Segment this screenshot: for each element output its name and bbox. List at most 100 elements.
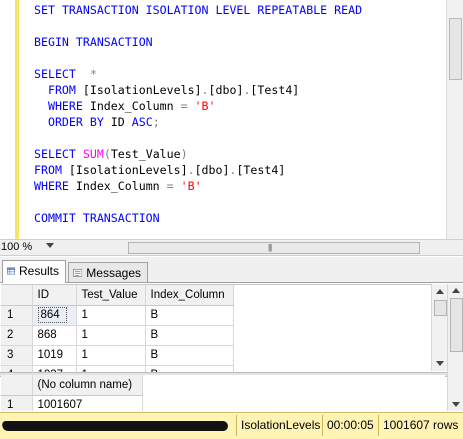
results-grid-2[interactable]: (No column name) 1 1001607 [1,375,445,411]
grid-cell[interactable]: 1019 [32,345,77,366]
tab-results-label: Results [18,264,59,278]
table-row[interactable]: 1 1001607 [1,395,143,411]
code-line[interactable]: SET TRANSACTION ISOLATION LEVEL REPEATAB… [34,2,362,18]
grid-header-row: ID Test_Value Index_Column [1,285,234,306]
code-line[interactable]: WHERE Index_Column = 'B' [34,98,216,114]
grid-cell[interactable]: B [145,345,234,366]
cell-value: 864 [37,307,67,323]
table-row[interactable]: 1 864 1 B [1,305,234,326]
results-tabstrip: Results Messages [0,257,463,283]
results-panel-scrollbar[interactable] [447,284,463,411]
code-token: [Test4] [250,83,300,97]
row-number[interactable]: 1 [1,305,33,326]
code-token: SELECT [34,147,83,161]
grid-cell[interactable]: 1 [76,365,146,372]
code-token: SELECT [34,67,76,81]
code-token: = [166,179,174,193]
grid1-vertical-scrollbar[interactable] [431,284,448,371]
row-number[interactable]: 1 [1,395,33,411]
code-line[interactable]: WHERE Index_Column = 'B' [34,178,202,194]
grid-cell[interactable]: 1 [76,305,146,326]
code-token: ID [110,115,132,129]
row-number[interactable]: 4 [1,365,33,372]
row-number[interactable]: 2 [1,325,33,346]
code-line[interactable]: SELECT SUM(Test_Value) [34,146,188,162]
tab-messages[interactable]: Messages [68,262,148,282]
table-row[interactable]: 4 1037 1 B [1,365,234,372]
status-separator [322,415,323,436]
results-grid-1[interactable]: ID Test_Value Index_Column 1 864 1 B 2 8… [1,284,445,372]
column-header-index-column[interactable]: Index_Column [145,285,234,306]
editor-hscroll-thumb[interactable] [128,242,420,254]
grid-cell[interactable]: 1037 [32,365,77,372]
scroll-down-icon[interactable] [452,402,460,407]
redacted-connection-info [1,421,229,431]
zoom-dropdown-icon[interactable] [46,243,54,248]
code-token: ( [103,147,111,161]
status-separator [378,415,379,436]
row-header-corner[interactable] [1,375,33,396]
scroll-down-icon[interactable] [436,361,444,366]
grid1-vscroll-thumb[interactable] [434,300,447,316]
code-line[interactable]: BEGIN TRANSACTION [34,34,153,50]
code-line[interactable]: SELECT * [34,66,97,82]
editor-gutter [0,0,16,239]
code-line[interactable]: COMMIT TRANSACTION [34,210,160,226]
results-vscroll-thumb[interactable] [450,298,463,352]
grid-icon [7,267,15,275]
code-token: BEGIN TRANSACTION [34,35,153,49]
column-header-id[interactable]: ID [32,285,77,306]
status-separator [236,415,237,436]
scroll-up-icon[interactable] [436,289,444,294]
code-token: [IsolationLevels] [82,83,202,97]
grid-cell[interactable]: B [145,305,234,326]
scroll-grip-icon: ||| [268,243,272,252]
grid-cell-selected[interactable]: 864 [32,305,77,326]
code-token: ASC [131,115,153,129]
code-line[interactable]: FROM [IsolationLevels].[dbo].[Test4] [34,162,285,178]
editor-vscroll-thumb[interactable] [449,18,462,80]
zoom-level[interactable]: 100 % [1,241,32,253]
grid-cell[interactable]: 1 [76,325,146,346]
code-token: FROM [34,163,69,177]
code-token: [Test4] [236,163,286,177]
code-token: Index_Column [75,179,167,193]
grid-cell[interactable]: B [145,325,234,346]
code-token: [IsolationLevels] [68,163,188,177]
status-elapsed-time: 00:00:05 [327,418,374,432]
code-token: FROM [34,83,83,97]
code-line[interactable]: ORDER BY ID ASC; [34,114,160,130]
code-token: SET TRANSACTION ISOLATION LEVEL REPEATAB… [34,3,363,17]
grid-cell[interactable]: 1001607 [32,395,143,411]
code-token: 'B' [187,99,216,113]
editor-horizontal-scrollbar[interactable]: ||| [58,240,463,255]
code-token: . [201,83,209,97]
scroll-up-icon[interactable] [452,288,460,293]
code-token: COMMIT TRANSACTION [34,211,160,225]
code-token: . [187,163,195,177]
status-bar: IsolationLevels 00:00:05 1001607 rows [0,412,463,439]
grid-cell[interactable]: B [145,365,234,372]
query-editor[interactable]: SET TRANSACTION ISOLATION LEVEL REPEATAB… [0,0,463,239]
row-number[interactable]: 3 [1,345,33,366]
tab-results[interactable]: Results [2,260,66,283]
row-header-corner[interactable] [1,285,33,306]
column-header-test-value[interactable]: Test_Value [76,285,146,306]
code-token: 'B' [173,179,202,193]
column-header-no-column-name[interactable]: (No column name) [32,375,143,396]
code-token: ORDER BY [34,115,111,129]
grid-cell[interactable]: 1 [76,345,146,366]
editor-bottom-bar: 100 % ||| [0,239,463,256]
code-token: SUM [82,147,104,161]
code-token: WHERE [34,99,90,113]
code-line[interactable]: FROM [IsolationLevels].[dbo].[Test4] [34,82,299,98]
table-row[interactable]: 3 1019 1 B [1,345,234,366]
messages-icon [73,269,83,277]
code-token: Index_Column [89,99,181,113]
code-token: [dbo] [194,163,230,177]
table-row[interactable]: 2 868 1 B [1,325,234,346]
code-token: ) [180,147,188,161]
code-token: Test_Value [110,147,181,161]
editor-vertical-scrollbar[interactable] [446,0,463,239]
grid-cell[interactable]: 868 [32,325,77,346]
